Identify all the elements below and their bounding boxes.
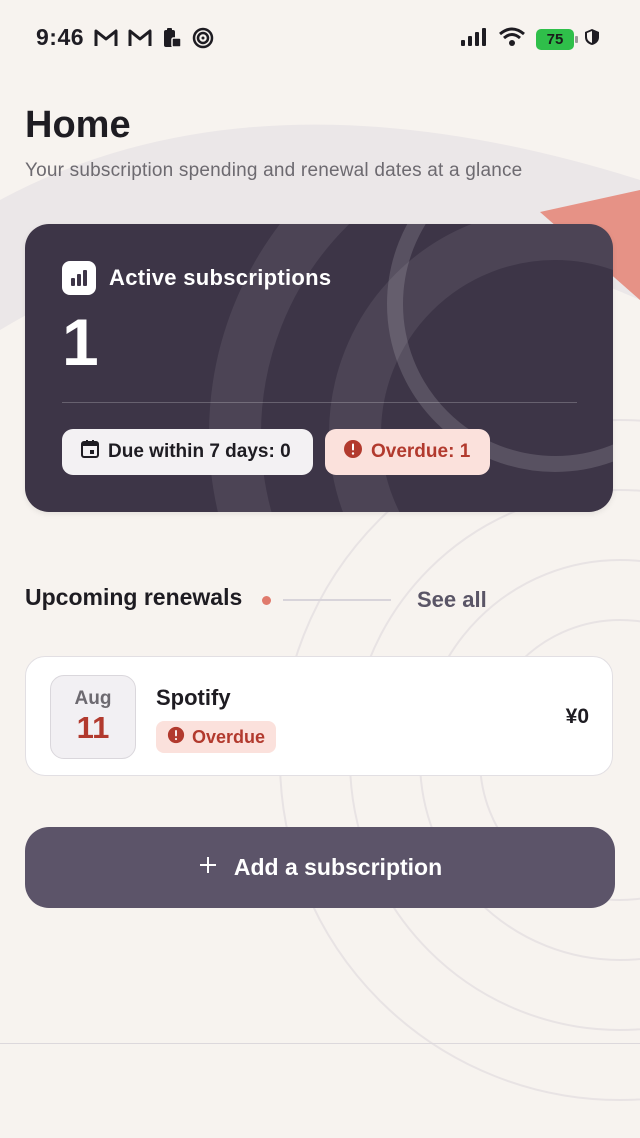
renewal-item[interactable]: Aug 11 Spotify Overdue ¥0 xyxy=(25,656,613,776)
calendar-icon xyxy=(80,439,100,465)
renewal-day: 11 xyxy=(76,710,110,745)
alert-icon xyxy=(167,726,185,749)
service-name: Spotify xyxy=(156,685,231,710)
status-bar: 9:46 75 xyxy=(0,0,640,76)
plus-icon xyxy=(198,854,218,881)
add-subscription-label: Add a subscription xyxy=(233,854,443,880)
bottom-nav-divider xyxy=(0,1043,640,1044)
active-subscriptions-count: 1 xyxy=(62,305,99,379)
bar-chart-icon xyxy=(62,261,96,295)
renewal-price: ¥0 xyxy=(565,705,589,728)
battery-icon: 75 xyxy=(536,29,578,50)
section-dot xyxy=(262,596,271,605)
shield-icon xyxy=(584,28,600,51)
renewal-month: Aug xyxy=(74,688,112,709)
overdue-chip[interactable]: Overdue: 1 xyxy=(325,429,490,475)
card-divider xyxy=(62,402,577,403)
page-title: Home xyxy=(25,104,131,146)
section-line xyxy=(283,599,391,601)
summary-card: Active subscriptions 1 Due within 7 days… xyxy=(25,224,613,512)
alert-icon xyxy=(343,439,363,465)
gmail-icon xyxy=(128,28,152,53)
renewal-date-box: Aug 11 xyxy=(50,675,136,759)
status-badge-label: Overdue xyxy=(192,726,266,747)
see-all-link[interactable]: See all xyxy=(417,587,487,613)
due-soon-label: Due within 7 days: 0 xyxy=(108,441,291,462)
overdue-label: Overdue: 1 xyxy=(371,441,471,462)
active-subscriptions-label: Active subscriptions xyxy=(109,265,332,290)
wifi-icon xyxy=(498,27,526,52)
status-badge: Overdue xyxy=(156,721,277,753)
clipboard-lock-icon xyxy=(162,27,182,54)
status-time: 9:46 xyxy=(36,24,85,50)
upcoming-renewals-title: Upcoming renewals xyxy=(25,584,243,610)
due-soon-chip[interactable]: Due within 7 days: 0 xyxy=(62,429,313,475)
page-subtitle: Your subscription spending and renewal d… xyxy=(25,160,523,181)
spiral-icon xyxy=(192,27,214,54)
signal-icon xyxy=(460,27,488,52)
add-subscription-button[interactable]: Add a subscription xyxy=(25,827,615,908)
gmail-icon xyxy=(94,28,118,53)
